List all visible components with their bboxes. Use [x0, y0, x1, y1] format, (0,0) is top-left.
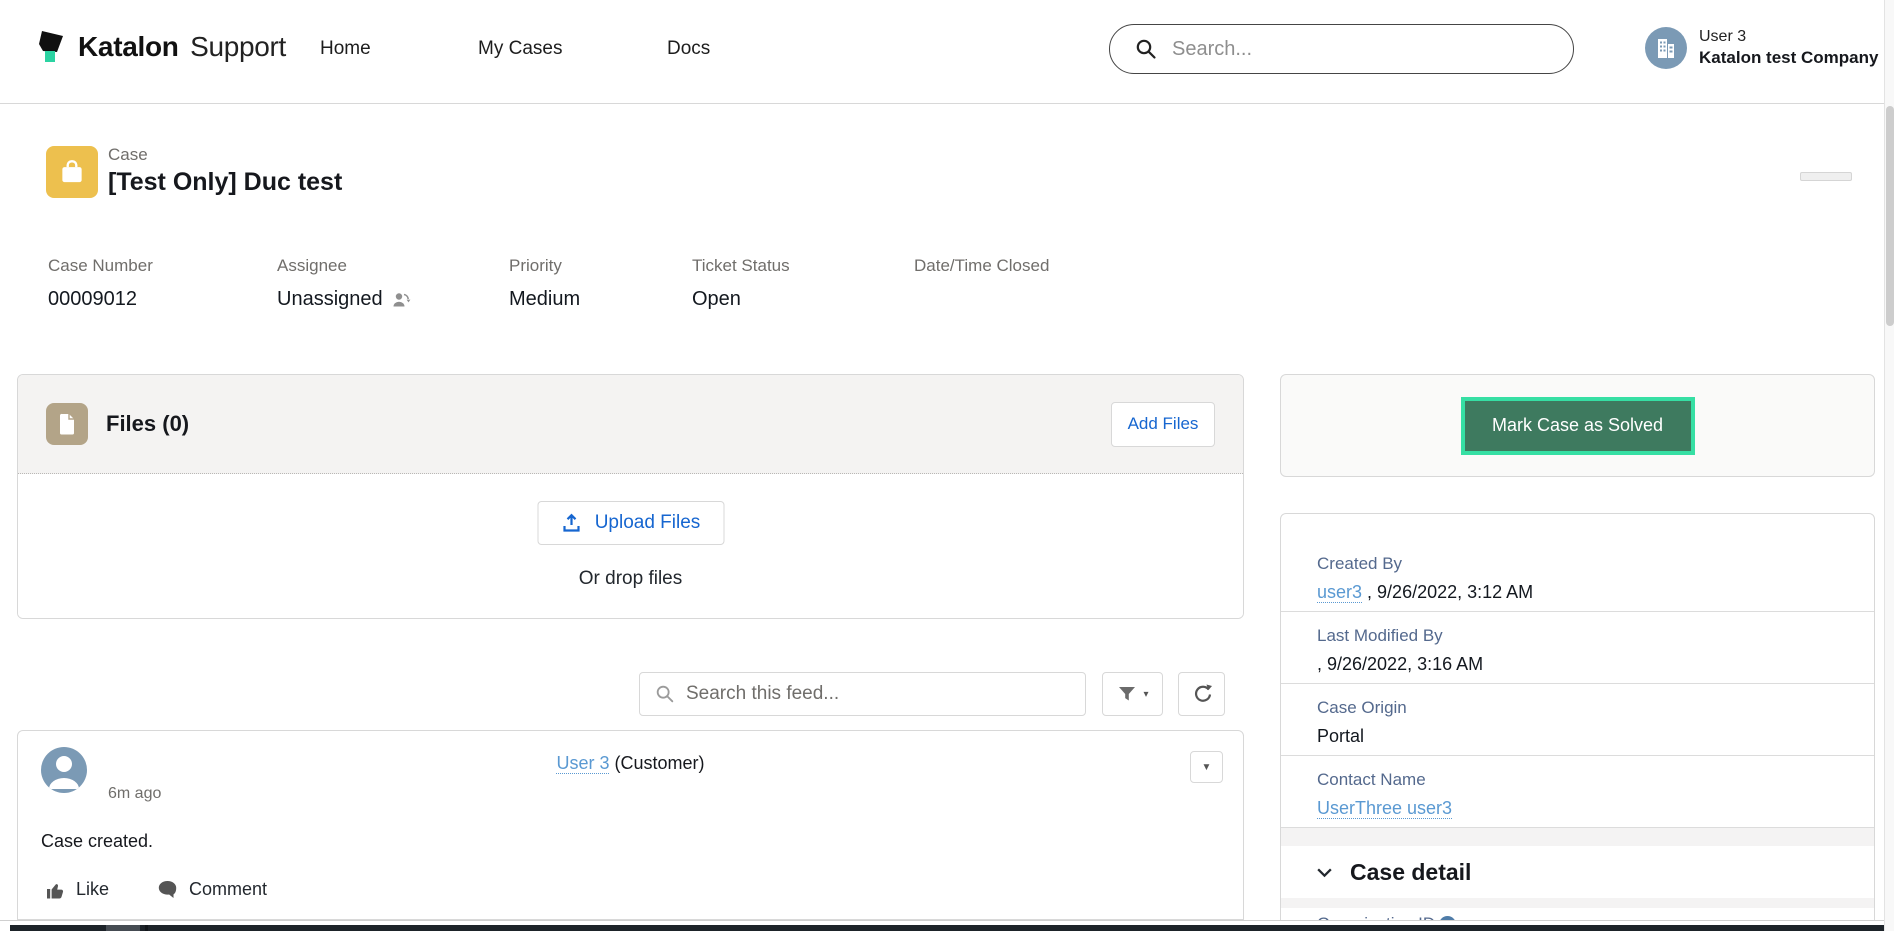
global-search-input[interactable]	[1172, 38, 1532, 61]
detail-row-case-origin: Case Origin Portal	[1281, 684, 1874, 756]
filter-funnel-icon	[1116, 683, 1138, 705]
card-gap	[1281, 898, 1874, 908]
file-icon	[55, 412, 79, 436]
search-icon	[654, 683, 676, 705]
katalon-logo-icon	[34, 30, 66, 64]
drop-files-hint: Or drop files	[18, 568, 1243, 590]
chevron-down-icon	[1315, 863, 1334, 882]
detail-row-created-by: Created By user3 , 9/26/2022, 3:12 AM	[1281, 540, 1874, 612]
field-date-time-closed: Date/Time Closed	[914, 256, 1049, 288]
contact-name-link[interactable]: UserThree user3	[1317, 798, 1452, 819]
brand-name: Katalon	[78, 31, 179, 62]
thumbs-up-icon	[45, 880, 65, 900]
brand-logo[interactable]: Katalon Support	[34, 30, 286, 64]
scrollbar-divider	[145, 925, 148, 931]
top-nav: Katalon Support Home My Cases Docs	[0, 0, 1894, 104]
chevron-down-icon: ▾	[1143, 689, 1148, 700]
created-by-user-link[interactable]: user3	[1317, 582, 1362, 603]
record-detail-card: Created By user3 , 9/26/2022, 3:12 AM La…	[1280, 513, 1875, 931]
upload-files-button[interactable]: Upload Files	[537, 501, 724, 545]
horizontal-scrollbar-thumb[interactable]	[106, 925, 140, 931]
feed-item-card: 6m ago User 3 (Customer) ▼ Case created.…	[17, 730, 1244, 920]
nav-home[interactable]: Home	[320, 38, 371, 60]
search-icon	[1134, 37, 1158, 61]
comment-bubble-icon	[157, 879, 178, 900]
field-ticket-status: Ticket Status Open	[692, 256, 790, 311]
chevron-down-icon: ▼	[1202, 762, 1212, 773]
user-company: Katalon test Company	[1699, 47, 1878, 68]
case-record-icon	[46, 146, 98, 198]
nav-my-cases[interactable]: My Cases	[478, 38, 562, 60]
field-assignee: Assignee Unassigned	[277, 256, 411, 311]
record-entity-label: Case	[108, 145, 148, 165]
mark-case-solved-button[interactable]: Mark Case as Solved	[1465, 401, 1691, 451]
detail-row-last-modified-by: Last Modified By , 9/26/2022, 3:16 AM	[1281, 612, 1874, 684]
briefcase-icon	[57, 157, 87, 187]
global-search[interactable]	[1109, 24, 1574, 74]
case-action-card: Mark Case as Solved	[1280, 374, 1875, 477]
feed-item-body: Case created.	[41, 831, 153, 852]
field-priority: Priority Medium	[509, 256, 580, 311]
vertical-scrollbar-thumb[interactable]	[1886, 106, 1894, 326]
file-drop-zone[interactable]: Upload Files Or drop files	[18, 474, 1243, 619]
brand-suffix: Support	[190, 31, 286, 62]
user-name: User 3	[1699, 27, 1878, 47]
section-title: Case detail	[1350, 859, 1471, 886]
detail-row-contact-name: Contact Name UserThree user3	[1281, 756, 1874, 828]
case-detail-section-toggle[interactable]: Case detail	[1281, 846, 1874, 898]
add-files-button[interactable]: Add Files	[1111, 402, 1215, 447]
card-gap	[1281, 828, 1874, 846]
feed-timestamp: 6m ago	[108, 785, 161, 803]
nav-docs[interactable]: Docs	[667, 38, 710, 60]
feed-search-input[interactable]	[686, 683, 1056, 705]
like-button[interactable]: Like	[45, 879, 109, 900]
feed-item-menu-button[interactable]: ▼	[1190, 751, 1223, 783]
feed-author-suffix: (Customer)	[615, 753, 705, 773]
feed-refresh-button[interactable]	[1178, 672, 1225, 716]
feed-filter-button[interactable]: ▾	[1102, 672, 1163, 716]
feed-actions: Like Comment	[45, 879, 267, 900]
field-case-number: Case Number 00009012	[48, 256, 153, 311]
feed-author-link[interactable]: User 3	[556, 753, 609, 774]
record-title: [Test Only] Duc test	[108, 168, 342, 197]
comment-button[interactable]: Comment	[157, 879, 267, 900]
horizontal-scrollbar[interactable]	[10, 925, 1894, 931]
vertical-scrollbar[interactable]	[1884, 0, 1894, 931]
company-avatar	[1645, 27, 1687, 69]
katalon-support-portal: Katalon Support Home My Cases Docs	[0, 0, 1894, 931]
building-icon	[1655, 37, 1677, 59]
change-owner-icon[interactable]	[391, 290, 411, 310]
files-card-header: Files (0) Add Files	[18, 375, 1243, 474]
files-title: Files (0)	[106, 411, 189, 437]
files-card: Files (0) Add Files Upload Files Or drop…	[17, 374, 1244, 619]
user-menu[interactable]: User 3 Katalon test Company	[1645, 27, 1878, 69]
automation-highlight-frame: Mark Case as Solved	[1461, 397, 1695, 455]
files-entity-icon	[46, 403, 88, 445]
placeholder-dash	[1800, 172, 1852, 181]
upload-icon	[561, 512, 583, 534]
feed-author-line: User 3 (Customer)	[18, 753, 1243, 774]
refresh-icon	[1191, 683, 1213, 705]
feed-search[interactable]	[639, 672, 1086, 716]
